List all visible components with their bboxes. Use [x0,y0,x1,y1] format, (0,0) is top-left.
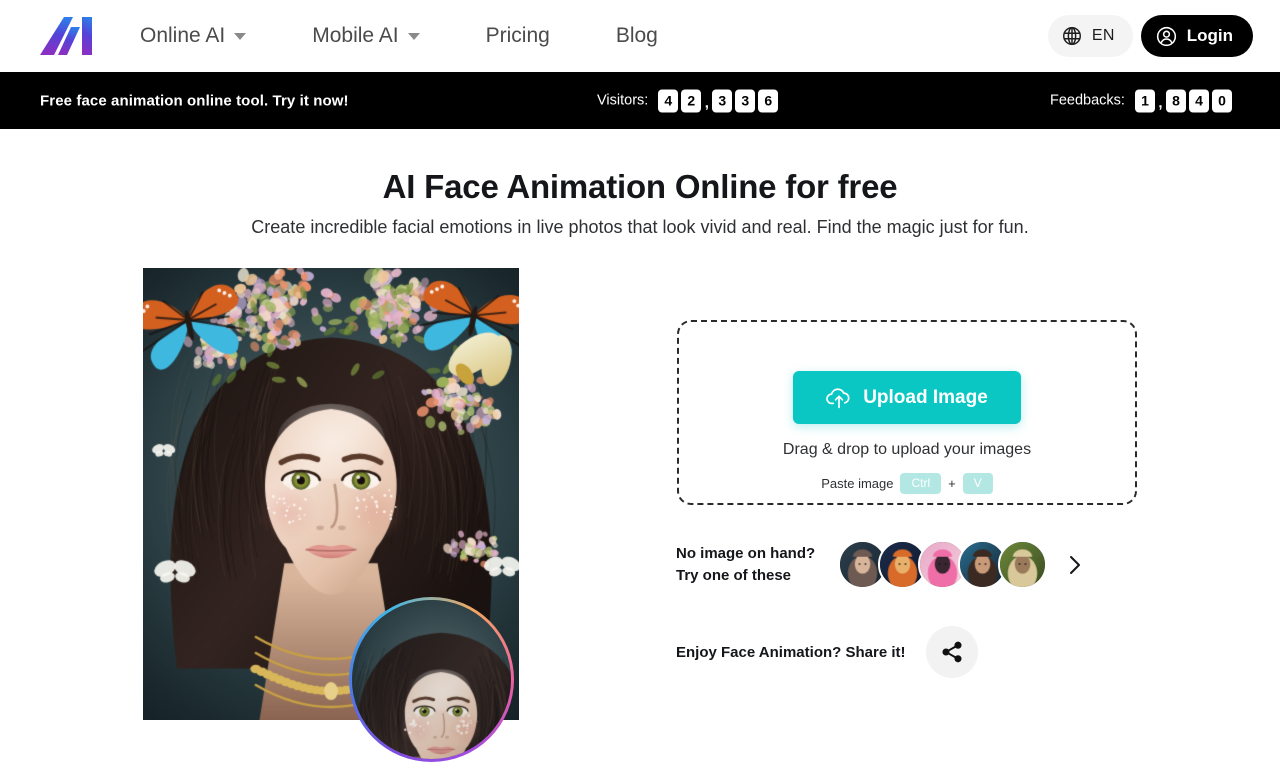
digit-tile: 1 [1135,89,1155,112]
promo-text[interactable]: Free face animation online tool. Try it … [40,92,349,109]
digit-tile: 4 [1189,89,1209,112]
digit-tile: 8 [1166,89,1186,112]
sample-label-line2: Try one of these [676,565,836,586]
nav-item-label: Mobile AI [312,24,398,48]
sample-label-line1: No image on hand? [676,543,836,564]
digit-separator: , [704,95,709,112]
globe-icon [1061,25,1083,47]
sample-avatar-image [1000,542,1045,587]
result-portrait-canvas [352,600,511,759]
share-label: Enjoy Face Animation? Share it! [676,644,905,661]
drag-drop-hint: Drag & drop to upload your images [783,441,1031,459]
user-circle-icon [1155,25,1178,48]
language-label: EN [1092,27,1115,45]
chevron-right-icon [1065,552,1085,578]
result-preview-inner [352,600,511,759]
feedbacks-counter: Feedbacks: 1,840 [1050,89,1232,112]
digit-tile: 2 [681,89,701,112]
digit-tile: 3 [712,89,732,112]
header-actions: EN Login [1048,15,1253,57]
sample-images-label: No image on hand? Try one of these [676,543,836,586]
site-header: Online AI Mobile AI Pricing Blog EN Logi… [0,0,1280,72]
visitors-counter: Visitors: 42,336 [597,89,778,112]
login-button[interactable]: Login [1141,15,1253,57]
result-preview-circle [349,597,514,762]
visitors-digits: 42,336 [658,89,778,112]
nav-item-label: Blog [616,24,658,48]
feedbacks-label: Feedbacks: [1050,93,1125,109]
login-label: Login [1187,26,1233,46]
upload-dropzone[interactable]: Upload Image Drag & drop to upload your … [677,320,1137,505]
share-button[interactable] [926,626,978,678]
upload-image-label: Upload Image [863,387,988,409]
visitors-label: Visitors: [597,93,648,109]
digit-tile: 6 [758,89,778,112]
chevron-down-icon [408,33,420,40]
nav-item-mobile-ai[interactable]: Mobile AI [312,24,419,48]
nav-item-label: Online AI [140,24,225,48]
cloud-upload-icon [826,387,852,409]
digit-tile: 3 [735,89,755,112]
chevron-down-icon [234,33,246,40]
share-row: Enjoy Face Animation? Share it! [676,626,978,678]
digit-separator: , [1158,95,1163,112]
sample-next-button[interactable] [1065,552,1085,578]
key-ctrl: Ctrl [900,473,941,494]
share-icon [940,640,964,664]
main-nav: Online AI Mobile AI Pricing Blog [140,0,658,72]
sample-avatars [838,540,1047,589]
sample-images-row: No image on hand? Try one of these [676,540,1085,589]
page-title: AI Face Animation Online for free [0,168,1280,206]
paste-label: Paste image [821,476,893,491]
digit-tile: 4 [658,89,678,112]
sample-avatar[interactable] [998,540,1047,589]
nav-item-label: Pricing [486,24,550,48]
nav-item-online-ai[interactable]: Online AI [140,24,246,48]
nav-item-pricing[interactable]: Pricing [486,24,550,48]
logo-ai[interactable] [40,17,92,55]
feedbacks-digits: 1,840 [1135,89,1232,112]
language-selector[interactable]: EN [1048,15,1133,57]
promo-banner: Free face animation online tool. Try it … [0,72,1280,129]
digit-tile: 0 [1212,89,1232,112]
upload-image-button[interactable]: Upload Image [793,371,1021,424]
paste-hint: Paste image Ctrl + V [821,473,993,494]
page-subtitle: Create incredible facial emotions in liv… [0,217,1280,238]
nav-item-blog[interactable]: Blog [616,24,658,48]
key-v: V [963,473,993,494]
key-plus: + [948,476,956,491]
